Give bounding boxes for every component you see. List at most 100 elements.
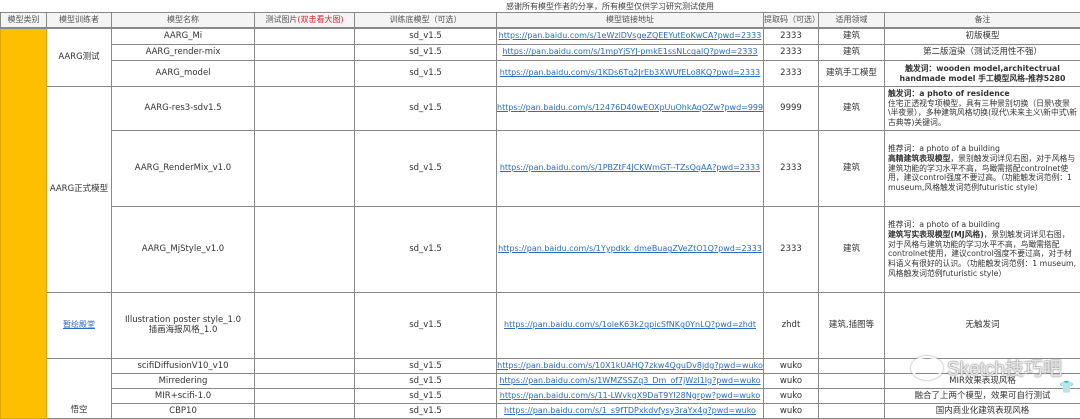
- header-link: 模型链接地址: [497, 13, 764, 28]
- model-name: scifiDiffusionV10_v10: [112, 358, 255, 373]
- domain: [819, 388, 885, 403]
- remark-prompt: a photo of residence: [919, 89, 1010, 98]
- table-row: CBP10 sd_v1.5 https://pan.baidu.com/s/1_…: [1, 403, 1080, 418]
- table-row: AARG_RenderMix_v1.0 sd_v1.5 https://pan.…: [1, 130, 1080, 206]
- model-link[interactable]: https://pan.baidu.com/s/1PBZtF4JCKWmGT--…: [500, 163, 760, 172]
- header-name: 模型名称: [112, 13, 255, 28]
- model-link[interactable]: https://pan.baidu.com/s/1eWzlDVsgeZQEEYu…: [499, 31, 762, 40]
- table-row: AARG测试 AARG_Mi sd_v1.5 https://pan.baidu…: [1, 28, 1080, 45]
- remark-prompt: a photo of a building: [919, 220, 1000, 229]
- model-name: MIR+scifi-1.0: [112, 388, 255, 403]
- extract-code: 2333: [764, 28, 819, 45]
- table-row: AARG_MjStyle_v1.0 sd_v1.5 https://pan.ba…: [1, 206, 1080, 292]
- remark-prompt: a photo of a building: [919, 144, 1000, 153]
- domain: [819, 403, 885, 418]
- watermark-text: Sketch技巧吧: [947, 354, 1062, 381]
- domain: 建筑: [819, 28, 885, 45]
- domain: 建筑,插图等: [819, 292, 885, 358]
- test-images: [255, 130, 355, 206]
- header-row: 模型类别 模型训练者 模型名称 测试图片(双击看大图) 训练底模型（可选） 模型…: [1, 13, 1080, 28]
- remark-bold: 建筑写实表现模型(MJ风格): [888, 230, 984, 239]
- header-category: 模型类别: [1, 13, 47, 28]
- remark-bold: 高精建筑表现模型: [888, 154, 950, 163]
- model-link[interactable]: https://pan.baidu.com/s/10X1kUAHQ7zkw4Qg…: [497, 361, 763, 370]
- model-link[interactable]: https://pan.baidu.com/s/1_s9fTDPxkdvfysy…: [504, 406, 756, 415]
- test-images: [255, 28, 355, 45]
- header-code: 提取码（可选）: [764, 13, 819, 28]
- test-images: [255, 388, 355, 403]
- watermark: Sketch技巧吧: [911, 354, 1062, 381]
- base-model: sd_v1.5: [355, 130, 497, 206]
- shirt-icon[interactable]: 👕: [1059, 380, 1074, 394]
- base-model: sd_v1.5: [355, 61, 497, 87]
- model-link[interactable]: https://pan.baidu.com/s/11-LWvkgX9DaT9YI…: [500, 391, 760, 400]
- trainer-aarg-formal: AARG正式模型: [47, 87, 112, 293]
- model-link[interactable]: https://pan.baidu.com/s/12476D40wEOXpUuO…: [497, 103, 764, 112]
- remark: 触发词：wooden model,architectrual handmade …: [885, 61, 1080, 87]
- extract-code: wuko: [764, 373, 819, 388]
- test-images: [255, 373, 355, 388]
- base-model: sd_v1.5: [355, 373, 497, 388]
- test-images: [255, 61, 355, 87]
- domain: [819, 373, 885, 388]
- trainer-wukong: 悟空: [47, 358, 112, 418]
- model-name: AARG_MjStyle_v1.0: [112, 206, 255, 292]
- table-row: AARG正式模型 AARG-res3-sdv1.5 sd_v1.5 https:…: [1, 87, 1080, 131]
- remark-text: 住宅正透视专项模型，具有三种景别切换（日景\夜景\半夜景），多种建筑风格切换(现…: [888, 99, 1077, 127]
- model-link[interactable]: https://pan.baidu.com/s/1oleK63k2gpicSfN…: [504, 320, 756, 329]
- table-row: AARG_model sd_v1.5 https://pan.baidu.com…: [1, 61, 1080, 87]
- model-link[interactable]: https://pan.baidu.com/s/1mpYjSYJ-pmkE1ss…: [502, 47, 757, 56]
- domain: [819, 358, 885, 373]
- remark: 融合了上两个模型，效果可自行测试: [885, 388, 1080, 403]
- base-model: sd_v1.5: [355, 292, 497, 358]
- model-name: CBP10: [112, 403, 255, 418]
- test-images: [255, 206, 355, 292]
- model-name: AARG_RenderMix_v1.0: [112, 130, 255, 206]
- base-model: sd_v1.5: [355, 45, 497, 61]
- extract-code: 2333: [764, 45, 819, 61]
- remark: 无触发词: [885, 292, 1080, 358]
- base-model: sd_v1.5: [355, 206, 497, 292]
- header-trainer: 模型训练者: [47, 13, 112, 28]
- remark-label: 推荐词：: [888, 220, 919, 229]
- base-model: sd_v1.5: [355, 403, 497, 418]
- remark-label: 触发词：: [905, 64, 936, 73]
- model-name-en: Illustration poster style_1.0: [125, 315, 241, 325]
- remark: 第二版渲染（测试泛用性不强）: [885, 45, 1080, 61]
- domain: 建筑: [819, 45, 885, 61]
- test-images: [255, 358, 355, 373]
- extract-code: 2333: [764, 206, 819, 292]
- base-model: sd_v1.5: [355, 358, 497, 373]
- model-name: AARG-res3-sdv1.5: [112, 87, 255, 131]
- remark: 国内商业化建筑表现风格: [885, 403, 1080, 418]
- extract-code: wuko: [764, 388, 819, 403]
- domain: 建筑: [819, 206, 885, 292]
- model-name: AARG_model: [112, 61, 255, 87]
- model-link[interactable]: https://pan.baidu.com/s/1WMZSSZq3_Dm_of7…: [499, 376, 760, 385]
- extract-code: 2333: [764, 61, 819, 87]
- domain: 建筑: [819, 87, 885, 131]
- header-remark: 备注: [885, 13, 1080, 28]
- model-name: Mirredering: [112, 373, 255, 388]
- table-row: MIR+scifi-1.0 sd_v1.5 https://pan.baidu.…: [1, 388, 1080, 403]
- trainer-zanhui-link[interactable]: 暂绘殿堂: [63, 320, 95, 329]
- extract-code: 9999: [764, 87, 819, 131]
- extract-code: zhdt: [764, 292, 819, 358]
- table-row: AARG_render-mix sd_v1.5 https://pan.baid…: [1, 45, 1080, 61]
- wechat-icon: [911, 356, 943, 380]
- remark: 触发词：a photo of residence住宅正透视专项模型，具有三种景别…: [885, 87, 1080, 131]
- test-images: [255, 87, 355, 131]
- test-images: [255, 292, 355, 358]
- remark-label: 推荐词：: [888, 144, 919, 153]
- base-model: sd_v1.5: [355, 388, 497, 403]
- model-name: AARG_render-mix: [112, 45, 255, 61]
- base-model: sd_v1.5: [355, 28, 497, 45]
- extract-code: 2333: [764, 130, 819, 206]
- header-images-hint: (双击看大图): [297, 15, 343, 24]
- remark: 推荐词：a photo of a building高精建筑表现模型，景别触发词详…: [885, 130, 1080, 206]
- model-link[interactable]: https://pan.baidu.com/s/1Yypdkk_dmeBuagZ…: [498, 244, 762, 253]
- base-model: sd_v1.5: [355, 87, 497, 131]
- notice-text: 感谢所有模型作者的分享，所有模型仅供学习研究测试使用: [0, 1, 1080, 12]
- model-link[interactable]: https://pan.baidu.com/s/1KDs6Tq2JrEb3XWU…: [500, 68, 760, 77]
- trainer-aarg-test: AARG测试: [47, 28, 112, 87]
